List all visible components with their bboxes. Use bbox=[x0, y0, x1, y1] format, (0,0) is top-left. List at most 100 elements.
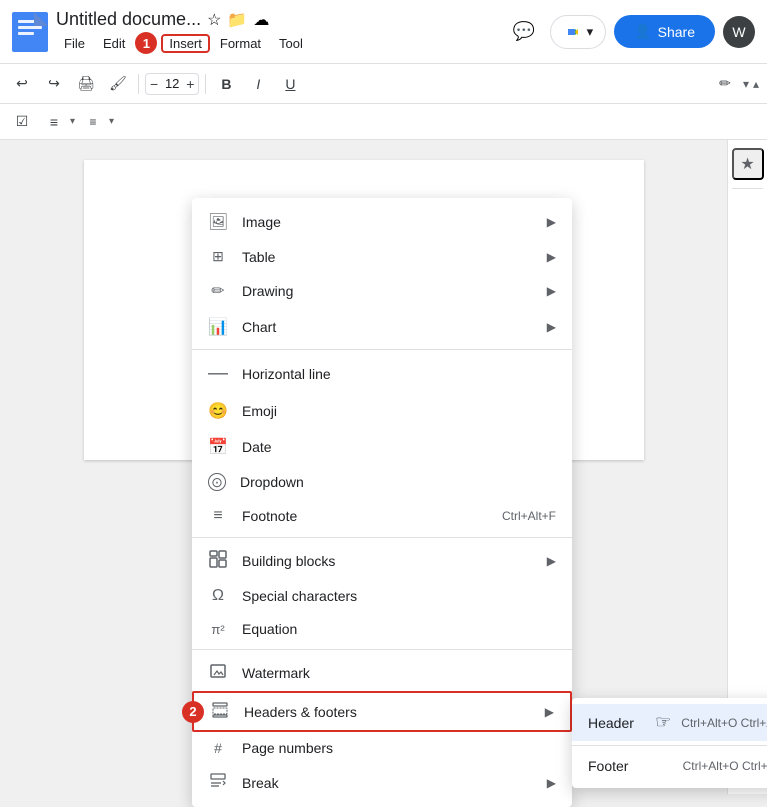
menu-edit[interactable]: Edit bbox=[95, 34, 133, 53]
step-badge-2: 2 bbox=[182, 701, 204, 723]
paint-format-btn[interactable]: 🖌 bbox=[104, 70, 132, 98]
headers-footers-arrow: ▶ bbox=[545, 705, 554, 719]
watermark-icon bbox=[208, 662, 228, 683]
menu-item-table[interactable]: ⊞ Table ▶ bbox=[192, 240, 572, 273]
menu-item-horizontal-line[interactable]: — Horizontal line bbox=[192, 354, 572, 393]
toolbar-divider-2 bbox=[205, 74, 206, 94]
step-badge-1: 1 bbox=[135, 32, 157, 54]
menu-sep-2 bbox=[192, 537, 572, 538]
menu-tool[interactable]: Tool bbox=[271, 34, 311, 53]
menu-item-watermark[interactable]: Watermark bbox=[192, 654, 572, 691]
toolbar-right: ✏ ▾ ▴ bbox=[711, 70, 759, 98]
header-label: Header bbox=[588, 715, 641, 731]
submenu-item-footer[interactable]: Footer Ctrl+Alt+O Ctrl+Alt+F bbox=[572, 750, 767, 782]
bullet-arrow[interactable]: ▾ bbox=[70, 116, 75, 127]
undo-btn[interactable]: ↩ bbox=[8, 70, 36, 98]
italic-btn[interactable]: I bbox=[244, 70, 272, 98]
page-numbers-label: Page numbers bbox=[242, 740, 556, 756]
bold-btn[interactable]: B bbox=[212, 70, 240, 98]
menu-item-page-numbers[interactable]: # Page numbers bbox=[192, 732, 572, 764]
drawing-arrow: ▶ bbox=[547, 284, 556, 298]
menu-item-chart[interactable]: 📊 Chart ▶ bbox=[192, 309, 572, 345]
topbar: Untitled docume... ☆ 📁 ☁ File Edit 1 Ins… bbox=[0, 0, 767, 64]
menu-insert[interactable]: Insert bbox=[161, 34, 210, 53]
menu-item-special-chars[interactable]: Ω Special characters bbox=[192, 579, 572, 613]
comments-btn[interactable]: 💬 bbox=[506, 14, 542, 50]
user-avatar[interactable]: W bbox=[723, 16, 755, 48]
hline-icon: — bbox=[208, 362, 228, 385]
menu-item-break[interactable]: Break ▶ bbox=[192, 764, 572, 801]
numbered-arrow[interactable]: ▾ bbox=[109, 116, 114, 127]
image-arrow: ▶ bbox=[547, 215, 556, 229]
emoji-label: Emoji bbox=[242, 403, 556, 419]
menu-format[interactable]: Format bbox=[212, 34, 269, 53]
font-size-control[interactable]: − 12 + bbox=[145, 73, 199, 95]
toolbar-right-arrow[interactable]: ▾ bbox=[743, 77, 749, 91]
menu-sep-1 bbox=[192, 349, 572, 350]
doc-title[interactable]: Untitled docume... bbox=[56, 9, 201, 30]
drawing-label: Drawing bbox=[242, 283, 533, 299]
building-blocks-icon bbox=[208, 550, 228, 571]
toolbar-collapse-btn[interactable]: ▴ bbox=[753, 77, 759, 91]
chart-arrow: ▶ bbox=[547, 320, 556, 334]
watermark-label: Watermark bbox=[242, 665, 556, 681]
share-label: Share bbox=[658, 24, 695, 40]
edit-pencil-btn[interactable]: ✏ bbox=[711, 70, 739, 98]
toolbar-divider-1 bbox=[138, 74, 139, 94]
footer-label: Footer bbox=[588, 758, 669, 774]
building-blocks-label: Building blocks bbox=[242, 553, 533, 569]
menu-item-equation[interactable]: π² Equation bbox=[192, 613, 572, 645]
topbar-right: 💬 ▾ 👤 Share W bbox=[506, 14, 755, 50]
panel-divider bbox=[732, 188, 763, 189]
print-btn[interactable]: 🖨 bbox=[72, 70, 100, 98]
page-numbers-icon: # bbox=[208, 740, 228, 756]
table-arrow: ▶ bbox=[547, 250, 556, 264]
equation-label: Equation bbox=[242, 621, 556, 637]
move-icon[interactable]: 📁 bbox=[227, 10, 247, 30]
font-size-value[interactable]: 12 bbox=[160, 76, 184, 91]
submenu-item-header[interactable]: Header ☞ Ctrl+Alt+O Ctrl+Alt+H bbox=[572, 704, 767, 741]
table-label: Table bbox=[242, 249, 533, 265]
menu-item-image[interactable]: 🖼 Image ▶ bbox=[192, 204, 572, 240]
menu-item-building-blocks[interactable]: Building blocks ▶ bbox=[192, 542, 572, 579]
font-size-increase[interactable]: + bbox=[186, 76, 194, 92]
date-icon: 📅 bbox=[208, 437, 228, 457]
font-size-decrease[interactable]: − bbox=[150, 76, 158, 92]
numbered-list-btn[interactable]: ≡ bbox=[79, 108, 107, 136]
menu-item-date[interactable]: 📅 Date bbox=[192, 429, 572, 465]
insert-dropdown-menu: 🖼 Image ▶ ⊞ Table ▶ ✏ Drawing ▶ 📊 Chart … bbox=[192, 198, 572, 807]
break-arrow: ▶ bbox=[547, 776, 556, 790]
cloud-icon[interactable]: ☁ bbox=[253, 10, 269, 30]
share-icon: 👤 bbox=[634, 23, 651, 40]
star-icon[interactable]: ☆ bbox=[207, 10, 221, 30]
right-panel: ★ bbox=[727, 140, 767, 794]
image-label: Image bbox=[242, 214, 533, 230]
underline-btn[interactable]: U bbox=[276, 70, 304, 98]
menu-item-dropdown[interactable]: ⊙ Dropdown bbox=[192, 465, 572, 499]
menu-file[interactable]: File bbox=[56, 34, 93, 53]
footnote-shortcut: Ctrl+Alt+F bbox=[502, 509, 556, 523]
submenu-sep bbox=[572, 745, 767, 746]
doc-icon bbox=[12, 12, 48, 52]
headers-footers-icon bbox=[210, 701, 230, 722]
headers-footers-submenu: 3 Header ☞ Ctrl+Alt+O Ctrl+Alt+H Footer … bbox=[572, 698, 767, 788]
emoji-icon: 😊 bbox=[208, 401, 228, 421]
menu-item-footnote[interactable]: ≡ Footnote Ctrl+Alt+F bbox=[192, 499, 572, 533]
share-btn[interactable]: 👤 Share bbox=[614, 15, 715, 48]
menu-bar: File Edit 1 Insert Format Tool bbox=[56, 32, 498, 54]
special-chars-label: Special characters bbox=[242, 588, 556, 604]
menu-item-drawing[interactable]: ✏ Drawing ▶ bbox=[192, 273, 572, 309]
panel-star-btn[interactable]: ★ bbox=[732, 148, 764, 180]
bullet-list-btn[interactable]: ≡ bbox=[40, 108, 68, 136]
checklist-btn[interactable]: ☑ bbox=[8, 108, 36, 136]
dropdown-icon: ⊙ bbox=[208, 473, 226, 491]
break-icon bbox=[208, 772, 228, 793]
footer-shortcut: Ctrl+Alt+O Ctrl+Alt+F bbox=[683, 759, 767, 773]
break-label: Break bbox=[242, 775, 533, 791]
menu-item-headers-footers[interactable]: 2 Headers & footers ▶ bbox=[192, 691, 572, 732]
redo-btn[interactable]: ↪ bbox=[40, 70, 68, 98]
menu-item-emoji[interactable]: 😊 Emoji bbox=[192, 393, 572, 429]
meet-btn[interactable]: ▾ bbox=[550, 15, 607, 49]
header-shortcut: Ctrl+Alt+O Ctrl+Alt+H bbox=[681, 716, 767, 730]
doc-info: Untitled docume... ☆ 📁 ☁ File Edit 1 Ins… bbox=[56, 9, 498, 54]
